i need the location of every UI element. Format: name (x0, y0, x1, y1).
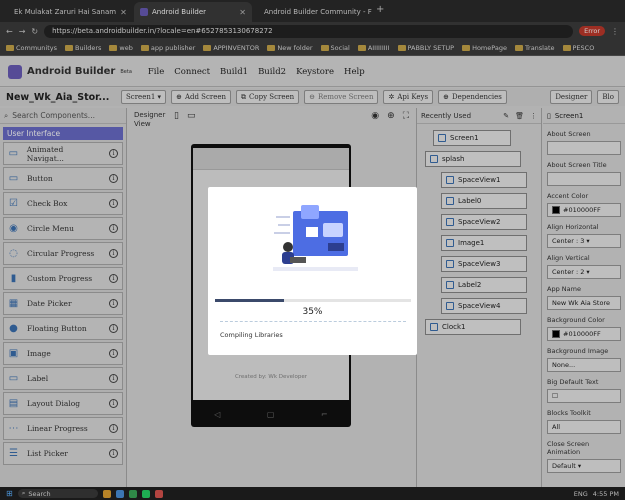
loading-dialog: 35% Compiling Libraries (208, 187, 417, 355)
loading-status: Compiling Libraries (220, 331, 283, 339)
developer-illustration (273, 205, 358, 271)
loading-overlay: 35% Compiling Libraries (0, 0, 625, 500)
progress-fill (215, 299, 284, 302)
progress-bar (215, 299, 411, 302)
progress-percent: 35% (302, 307, 323, 317)
divider (220, 321, 406, 322)
